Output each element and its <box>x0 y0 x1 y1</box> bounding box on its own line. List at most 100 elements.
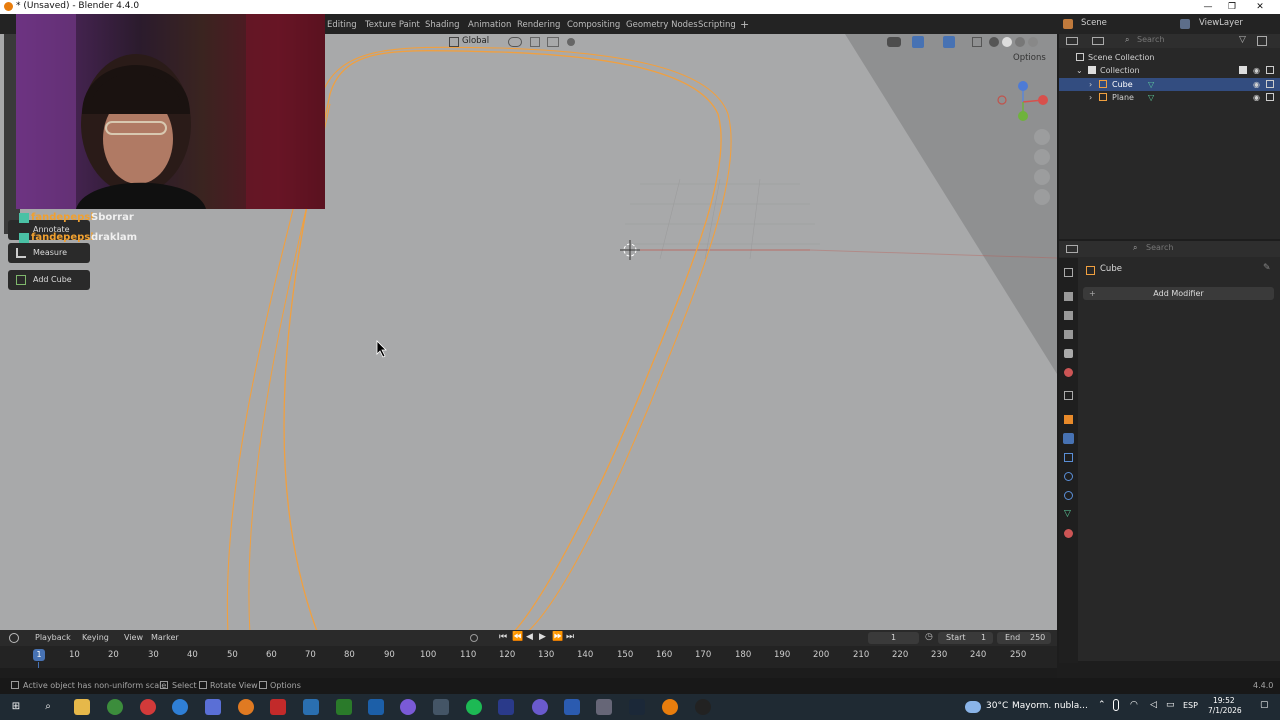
app-icon[interactable] <box>596 699 612 715</box>
viewport-options-button[interactable]: Options <box>1013 53 1046 63</box>
object-tab-icon[interactable] <box>1064 415 1073 424</box>
weather-text[interactable]: Mayorm. nubla... <box>1012 701 1088 711</box>
pivot-point-icon[interactable] <box>508 37 522 47</box>
display-mode-icon[interactable] <box>1092 37 1104 45</box>
timeline-editor-icon[interactable] <box>9 633 19 643</box>
cube-outline-outer[interactable] <box>283 50 722 630</box>
pin-icon[interactable]: ✎ <box>1263 263 1271 273</box>
close-button[interactable]: ✕ <box>1248 0 1272 14</box>
filter-icon[interactable]: ▽ <box>1239 35 1246 45</box>
output-tab-icon[interactable] <box>1064 311 1073 320</box>
tab-rendering[interactable]: Rendering <box>517 14 560 34</box>
outliner-row-cube[interactable]: › Cube ▽ ◉ <box>1059 78 1280 91</box>
outliner-editor-icon[interactable] <box>1066 37 1078 45</box>
properties-editor-icon[interactable] <box>1066 245 1078 253</box>
minimize-button[interactable]: — <box>1196 0 1220 14</box>
eye-icon[interactable]: ◉ <box>1253 64 1260 77</box>
jump-end-icon[interactable]: ⏭ <box>566 632 574 642</box>
xray-toggle-icon[interactable] <box>972 37 982 47</box>
keying-menu[interactable]: Keying <box>82 633 109 642</box>
gizmo-x-axis[interactable] <box>1038 95 1048 105</box>
wireframe-shading-icon[interactable] <box>989 37 999 47</box>
steam-icon[interactable] <box>629 699 645 715</box>
play-reverse-icon[interactable]: ◀ <box>526 632 533 642</box>
app-icon[interactable] <box>303 699 319 715</box>
chevron-up-icon[interactable]: ⌃ <box>1098 700 1106 710</box>
camera-icon[interactable] <box>1266 66 1274 74</box>
blender-icon[interactable] <box>662 699 678 715</box>
spotify-icon[interactable] <box>466 699 482 715</box>
current-frame-field[interactable]: 1 <box>868 632 919 644</box>
add-workspace-button[interactable]: + <box>740 14 749 34</box>
world-tab-icon[interactable] <box>1064 368 1073 377</box>
chrome-icon[interactable] <box>107 699 123 715</box>
tab-scripting[interactable]: Scripting <box>698 14 736 34</box>
playback-menu[interactable]: Playback <box>35 633 71 642</box>
opera-icon[interactable] <box>140 699 156 715</box>
transform-orientation-select[interactable]: Global <box>462 36 489 46</box>
file-explorer-icon[interactable] <box>74 699 90 715</box>
jump-keyframe-forward-icon[interactable]: ⏩ <box>552 632 563 642</box>
snap-icon[interactable] <box>530 37 540 47</box>
checkbox-icon[interactable] <box>1239 66 1247 74</box>
clock-icon[interactable]: ◷ <box>925 632 933 642</box>
start-frame-field[interactable]: Start 1 <box>938 632 993 644</box>
snap-target-icon[interactable] <box>547 37 559 47</box>
tab-shading[interactable]: Shading <box>425 14 460 34</box>
clock-date[interactable]: 7/1/2026 <box>1208 706 1242 715</box>
material-shading-icon[interactable] <box>1015 37 1025 47</box>
scene-selector[interactable]: Scene <box>1081 18 1107 28</box>
solid-shading-icon[interactable] <box>1002 37 1012 47</box>
playhead[interactable]: 1 <box>33 649 45 661</box>
app-icon[interactable] <box>205 699 221 715</box>
app-icon[interactable] <box>368 699 384 715</box>
camera-icon[interactable] <box>1266 80 1274 88</box>
gizmo-z-axis[interactable] <box>1018 81 1028 91</box>
app-icon[interactable] <box>336 699 352 715</box>
play-icon[interactable]: ▶ <box>539 632 546 642</box>
word-icon[interactable] <box>564 699 580 715</box>
tab-geometry-nodes[interactable]: Geometry Nodes <box>626 14 698 34</box>
app-icon[interactable] <box>270 699 286 715</box>
add-modifier-button[interactable]: + Add Modifier <box>1083 287 1274 300</box>
gizmo-toggle-icon[interactable] <box>912 36 924 48</box>
language-indicator[interactable]: ESP <box>1183 701 1198 710</box>
app-icon[interactable] <box>498 699 514 715</box>
particles-tab-icon[interactable] <box>1064 453 1073 462</box>
outliner-row-collection[interactable]: ⌄ Collection ◉ <box>1059 64 1280 77</box>
search-icon[interactable]: ⌕ <box>40 699 56 715</box>
tab-editing[interactable]: Editing <box>327 14 357 34</box>
tool-tab-icon[interactable] <box>1064 268 1073 277</box>
proportional-edit-icon[interactable] <box>567 38 575 46</box>
outliner-row-plane[interactable]: › Plane ▽ ◉ <box>1059 91 1280 104</box>
chevron-down-icon[interactable]: ⌄ <box>1076 64 1083 77</box>
battery-icon[interactable]: ▭ <box>1166 700 1175 710</box>
properties-search-input[interactable]: Search <box>1146 243 1173 252</box>
outliner-search-input[interactable]: Search <box>1137 35 1164 44</box>
overlay-toggle-icon[interactable] <box>943 36 955 48</box>
windows-start-icon[interactable]: ⊞ <box>8 699 24 715</box>
scene-tab-icon[interactable] <box>1064 349 1073 358</box>
chevron-right-icon[interactable]: › <box>1089 78 1092 91</box>
weather-temp[interactable]: 30°C <box>986 701 1008 711</box>
app-icon[interactable] <box>400 699 416 715</box>
app-icon[interactable] <box>238 699 254 715</box>
tab-compositing[interactable]: Compositing <box>567 14 620 34</box>
network-icon[interactable]: ◠ <box>1130 700 1138 710</box>
material-tab-icon[interactable] <box>1064 529 1073 538</box>
eye-icon[interactable]: ◉ <box>1253 78 1260 91</box>
jump-keyframe-back-icon[interactable]: ⏪ <box>512 632 523 642</box>
end-frame-field[interactable]: End 250 <box>997 632 1051 644</box>
app-icon[interactable] <box>695 699 711 715</box>
gizmo-y-axis[interactable] <box>1018 111 1028 121</box>
record-icon[interactable] <box>470 634 478 642</box>
new-collection-icon[interactable] <box>1257 36 1267 46</box>
view-menu[interactable]: View <box>124 633 143 642</box>
volume-icon[interactable]: ◁ <box>1150 700 1157 710</box>
edge-icon[interactable] <box>172 699 188 715</box>
tab-texture-paint[interactable]: Texture Paint <box>365 14 420 34</box>
collection-tab-icon[interactable] <box>1064 391 1073 400</box>
eye-icon[interactable]: ◉ <box>1253 91 1260 104</box>
microphone-icon[interactable] <box>1113 699 1119 711</box>
jump-start-icon[interactable]: ⏮ <box>499 632 507 642</box>
